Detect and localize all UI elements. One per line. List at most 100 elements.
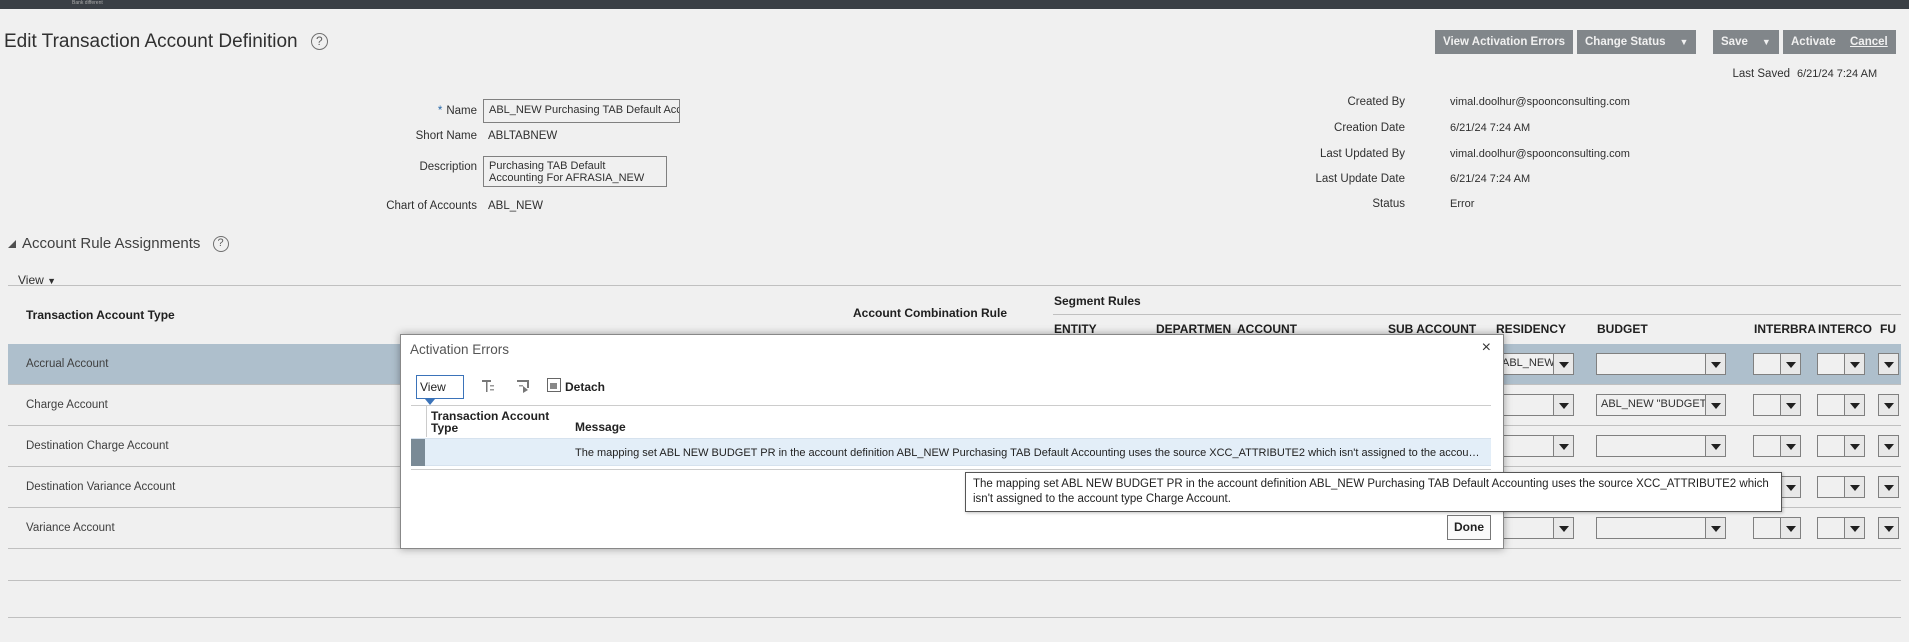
save-button[interactable]: Save ▼ [1713,30,1779,54]
chevron-down-icon[interactable] [1553,435,1574,457]
name-input[interactable]: ABL_NEW Purchasing TAB Default Accountin… [483,99,680,123]
intercompany-select[interactable] [1817,394,1845,416]
activate-button[interactable]: Activate [1783,30,1844,54]
close-icon[interactable]: × [1482,339,1491,357]
column-header-type: Transaction Account Type [26,308,175,322]
done-button[interactable]: Done [1447,515,1491,540]
chart-of-accounts-value: ABL_NEW [488,200,543,212]
interbank-select[interactable] [1753,353,1781,375]
chevron-down-icon[interactable] [1705,435,1726,457]
chevron-down-icon[interactable] [1705,394,1726,416]
wrap-icon[interactable] [516,378,532,394]
intercompany-select[interactable] [1817,353,1845,375]
last-update-date-label: Last Update Date [1315,173,1405,185]
column-header-interbank: INTERBRA [1754,322,1816,336]
chevron-down-icon[interactable] [1780,394,1801,416]
residency-select[interactable] [1497,435,1554,457]
row-type-label: Destination Charge Account [26,440,169,452]
dialog-title: Activation Errors [410,342,510,357]
row-type-label: Destination Variance Account [26,481,176,493]
chevron-down-icon[interactable] [1553,353,1574,375]
budget-select[interactable] [1596,517,1706,539]
intercompany-select[interactable] [1817,476,1845,498]
save-label: Save [1721,36,1748,48]
last-updated-by-label: Last Updated By [1319,148,1405,160]
chevron-down-icon[interactable] [1844,476,1865,498]
created-by-value: vimal.doolhur@spoonconsulting.com [1450,96,1630,108]
budget-select[interactable]: ABL_NEW "BUDGET [1596,394,1706,416]
chevron-down-icon[interactable] [1878,476,1899,498]
creation-date-label: Creation Date [1334,122,1405,134]
chevron-down-icon[interactable] [1844,353,1865,375]
interbank-select[interactable] [1753,435,1781,457]
budget-select[interactable] [1596,435,1706,457]
chevron-down-icon[interactable] [1844,394,1865,416]
divider [8,285,1901,286]
chevron-down-icon[interactable] [1878,394,1899,416]
budget-select[interactable] [1596,353,1706,375]
chevron-down-icon[interactable] [1878,435,1899,457]
required-marker: * [437,105,443,117]
account-rule-assignments-header[interactable]: Account Rule Assignments ? [8,235,229,253]
name-label-text: Name [446,105,477,117]
activation-errors-dialog: Activation Errors × View Detach Transact… [400,334,1504,549]
last-updated-by-value: vimal.doolhur@spoonconsulting.com [1450,148,1630,160]
chevron-down-icon[interactable] [1780,353,1801,375]
intercompany-select[interactable] [1817,517,1845,539]
row-type-label: Accrual Account [26,358,109,370]
column-header-budget: BUDGET [1597,322,1648,336]
column-header-message: Message [575,420,626,434]
chevron-down-icon[interactable] [1705,353,1726,375]
column-header-combination-rule: Account Combination Rule [853,306,1007,320]
chevron-down-icon[interactable] [1878,517,1899,539]
help-icon[interactable]: ? [212,236,229,253]
dialog-view-label: View [420,380,446,394]
table-row[interactable]: The mapping set ABL NEW BUDGET PR in the… [411,438,1491,466]
residency-select[interactable] [1497,517,1554,539]
section-title-text: Account Rule Assignments [22,235,201,252]
freeze-columns-icon[interactable] [480,378,496,394]
last-update-date-value: 6/21/24 7:24 AM [1450,173,1531,185]
divider [411,469,1491,470]
description-label: Description [419,161,477,173]
cancel-button[interactable]: Cancel [1842,30,1896,54]
column-header-residency: RESIDENCY [1496,322,1567,336]
chevron-down-icon[interactable] [1780,517,1801,539]
column-header-intercompany: INTERCO [1818,322,1872,336]
change-status-button[interactable]: Change Status ▼ [1577,30,1697,54]
chevron-down-icon[interactable] [1878,353,1899,375]
chevron-down-icon[interactable] [1705,517,1726,539]
chevron-down-icon[interactable] [1844,435,1865,457]
divider [8,617,1901,618]
chevron-down-icon[interactable] [1780,435,1801,457]
error-message: The mapping set ABL NEW BUDGET PR in the… [575,447,1485,459]
column-group-segment-rules: Segment Rules [1054,294,1141,308]
detach-button[interactable]: Detach [565,380,605,394]
row-selector[interactable] [411,439,425,466]
residency-select[interactable] [1497,394,1554,416]
help-icon[interactable]: ? [310,33,328,51]
residency-select[interactable]: ABL_NEW [1497,353,1554,375]
detach-icon[interactable] [547,378,563,394]
chevron-down-icon[interactable] [1780,476,1801,498]
chevron-down-icon[interactable] [1553,517,1574,539]
view-activation-errors-button[interactable]: View Activation Errors [1435,30,1574,54]
collapse-triangle-icon[interactable] [8,240,16,249]
last-saved-label: Last Saved [1732,68,1790,80]
interbank-select[interactable] [1753,517,1781,539]
dialog-view-menu[interactable]: View [416,375,464,405]
page-title: Edit Transaction Account Definition ? [4,31,328,53]
message-tooltip: The mapping set ABL NEW BUDGET PR in the… [965,472,1782,512]
divider [426,405,427,437]
change-status-label: Change Status [1585,36,1666,48]
chevron-down-icon[interactable] [1844,517,1865,539]
chevron-down-icon: ▼ [1761,37,1771,47]
interbank-select[interactable] [1753,394,1781,416]
creation-date-value: 6/21/24 7:24 AM [1450,122,1531,134]
chevron-down-icon: ▼ [1679,37,1689,47]
chevron-down-icon[interactable] [1553,394,1574,416]
description-textarea[interactable]: Purchasing TAB Default Accounting For AF… [483,156,667,187]
column-header-transaction-account-type: Transaction Account Type [431,409,550,435]
intercompany-select[interactable] [1817,435,1845,457]
row-type-label: Charge Account [26,399,108,411]
